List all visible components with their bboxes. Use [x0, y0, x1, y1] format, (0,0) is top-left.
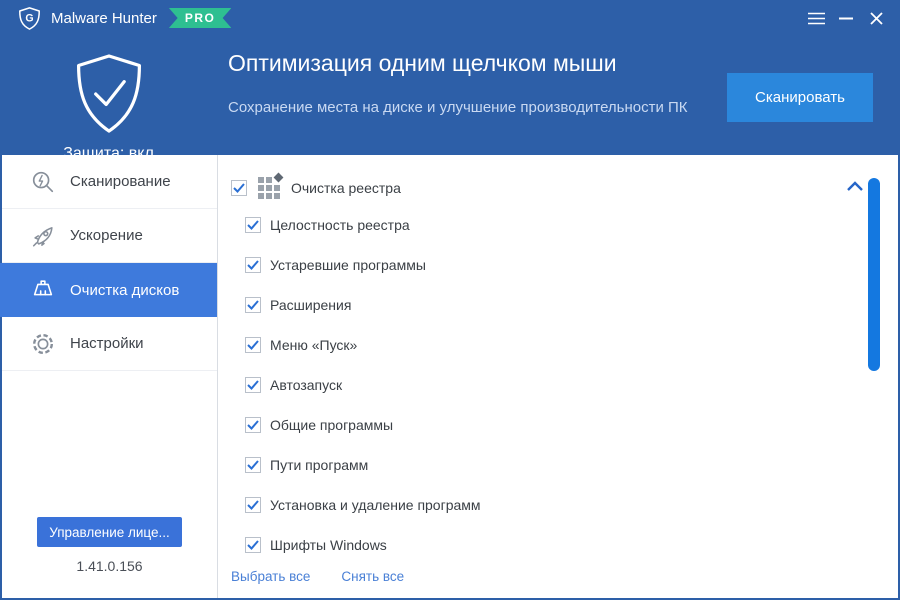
- scrollbar-thumb[interactable]: [868, 178, 880, 371]
- checklist-item-label: Целостность реестра: [270, 217, 410, 233]
- scan-button[interactable]: Сканировать: [727, 73, 873, 122]
- app-logo-shield-icon: G: [18, 6, 41, 31]
- checklist-item-label: Расширения: [270, 297, 352, 313]
- sidebar-item-settings[interactable]: Настройки: [2, 317, 217, 371]
- checklist-item-label: Пути программ: [270, 457, 369, 473]
- minimize-icon[interactable]: [832, 5, 860, 31]
- pro-badge: PRO: [168, 8, 232, 28]
- checkbox[interactable]: [245, 297, 261, 313]
- checkbox[interactable]: [245, 377, 261, 393]
- group-label: Очистка реестра: [291, 180, 401, 196]
- checklist-item[interactable]: Шрифты Windows: [218, 525, 898, 565]
- app-window: G Malware Hunter PRO Защита: вкл Оптимиз…: [0, 0, 900, 600]
- checklist-item-label: Автозапуск: [270, 377, 343, 393]
- chevron-up-icon[interactable]: [845, 179, 865, 193]
- menu-icon[interactable]: [802, 5, 830, 31]
- shield-check-icon: [76, 54, 141, 133]
- sidebar-item-disk-cleanup[interactable]: Очистка дисков: [0, 263, 217, 317]
- checklist-item-label: Общие программы: [270, 417, 394, 433]
- checkbox[interactable]: [245, 257, 261, 273]
- sidebar-item-scan[interactable]: Сканирование: [2, 155, 217, 209]
- selection-links: Выбрать все Снять все: [231, 569, 898, 584]
- protection-status-block: Защита: вкл: [0, 52, 217, 163]
- checklist-item-label: Установка и удаление программ: [270, 497, 481, 513]
- sidebar-item-boost[interactable]: Ускорение: [2, 209, 217, 263]
- checklist-item-label: Устаревшие программы: [270, 257, 426, 273]
- app-title: Malware Hunter: [51, 9, 157, 27]
- close-icon[interactable]: [862, 5, 890, 31]
- select-all-link[interactable]: Выбрать все: [231, 569, 310, 584]
- checklist-item[interactable]: Общие программы: [218, 405, 898, 445]
- checklist-item[interactable]: Целостность реестра: [218, 205, 898, 245]
- sidebar-item-label: Сканирование: [70, 173, 171, 190]
- checklist-item[interactable]: Установка и удаление программ: [218, 485, 898, 525]
- main-content: Очистка реестра Целостность реестра Уста…: [217, 155, 898, 598]
- window-controls: [800, 5, 890, 31]
- sidebar: Сканирование Ускорение Очистка дисков На…: [0, 155, 217, 598]
- registry-grid-icon: [258, 172, 284, 199]
- group-checkbox[interactable]: [231, 180, 247, 196]
- checklist-item[interactable]: Расширения: [218, 285, 898, 325]
- checkbox[interactable]: [245, 497, 261, 513]
- checklist: Целостность реестра Устаревшие программы…: [218, 205, 898, 565]
- sidebar-item-label: Ускорение: [70, 227, 143, 244]
- checkbox[interactable]: [245, 417, 261, 433]
- checklist-item[interactable]: Меню «Пуск»: [218, 325, 898, 365]
- checkbox[interactable]: [245, 537, 261, 553]
- checkbox[interactable]: [245, 457, 261, 473]
- deselect-all-link[interactable]: Снять все: [341, 569, 404, 584]
- version-label: 1.41.0.156: [76, 558, 143, 574]
- checklist-item-label: Шрифты Windows: [270, 537, 387, 553]
- checkbox[interactable]: [245, 217, 261, 233]
- scan-magnifier-icon: [32, 171, 54, 192]
- sidebar-item-label: Очистка дисков: [70, 281, 180, 299]
- checklist-item[interactable]: Автозапуск: [218, 365, 898, 405]
- page-title: Оптимизация одним щелчком мыши: [228, 50, 617, 76]
- checklist-item-label: Меню «Пуск»: [270, 337, 358, 353]
- sidebar-item-label: Настройки: [70, 335, 144, 352]
- svg-text:G: G: [25, 12, 33, 24]
- license-manage-button[interactable]: Управление лице...: [37, 517, 182, 547]
- broom-icon: [33, 280, 53, 296]
- gear-icon: [32, 333, 54, 354]
- titlebar: G Malware Hunter PRO: [0, 0, 900, 36]
- checkbox[interactable]: [245, 337, 261, 353]
- checklist-item[interactable]: Устаревшие программы: [218, 245, 898, 285]
- rocket-icon: [32, 226, 53, 247]
- checklist-group-header[interactable]: Очистка реестра: [231, 172, 898, 199]
- page-subtitle: Сохранение места на диске и улучшение пр…: [228, 99, 688, 116]
- checklist-item[interactable]: Пути программ: [218, 445, 898, 485]
